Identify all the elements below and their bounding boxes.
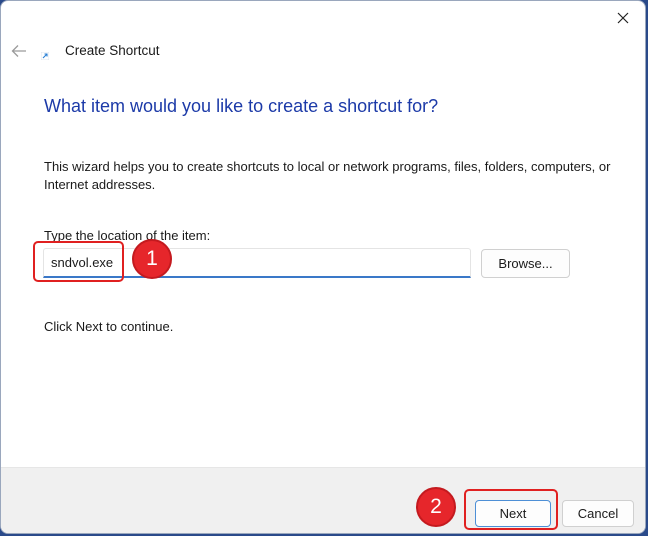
close-icon xyxy=(617,12,629,24)
wizard-description: This wizard helps you to create shortcut… xyxy=(44,159,611,192)
browse-button[interactable]: Browse... xyxy=(481,249,570,278)
location-input[interactable] xyxy=(43,248,471,278)
cancel-button[interactable]: Cancel xyxy=(562,500,634,527)
shortcut-icon xyxy=(41,52,49,60)
back-button[interactable] xyxy=(9,41,29,61)
close-button[interactable] xyxy=(607,5,639,31)
page-heading: What item would you like to create a sho… xyxy=(44,96,439,116)
location-label: Type the location of the item: xyxy=(44,228,211,243)
wizard-title: Create Shortcut xyxy=(65,43,160,58)
back-arrow-icon xyxy=(11,45,26,57)
continue-instruction: Click Next to continue. xyxy=(44,319,174,334)
create-shortcut-dialog: Create Shortcut What item would you like… xyxy=(0,0,646,534)
next-button[interactable]: Next xyxy=(475,500,551,527)
